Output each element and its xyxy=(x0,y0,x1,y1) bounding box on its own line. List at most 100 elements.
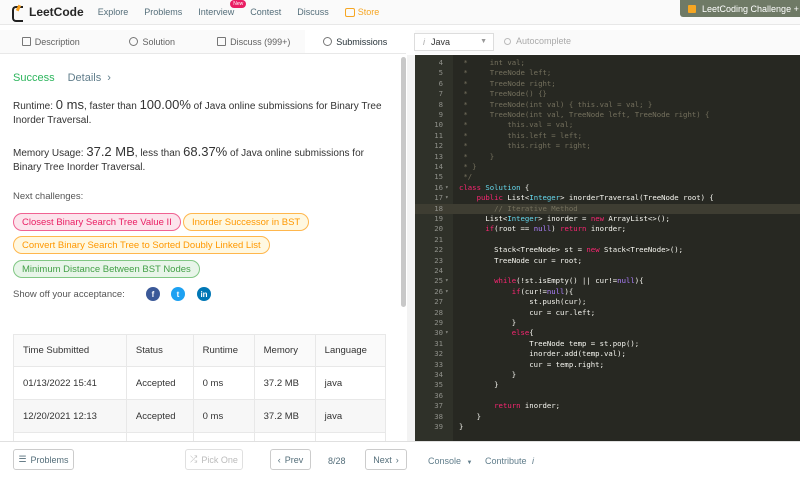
prev-button[interactable]: ‹ Prev xyxy=(270,449,311,470)
pick-one-label: Pick One xyxy=(201,454,238,465)
leetcode-logo[interactable]: LeetCode xyxy=(12,5,84,22)
autocomplete-toggle[interactable]: Autocomplete xyxy=(504,36,571,46)
console-label: Console xyxy=(428,456,462,466)
code-line[interactable]: 30 ▾ else{ xyxy=(415,328,800,338)
nav-contest[interactable]: Contest xyxy=(250,7,281,17)
code-line[interactable]: 5 * TreeNode left; xyxy=(415,68,800,78)
leetcoding-challenge-banner[interactable]: LeetCoding Challenge + G xyxy=(680,0,800,17)
nav-store[interactable]: Store xyxy=(344,7,379,17)
code-line[interactable]: 18 // Iterative Method xyxy=(415,203,800,214)
chevron-right-icon[interactable]: › xyxy=(107,72,111,84)
tab-submissions[interactable]: Submissions xyxy=(304,30,406,53)
code-line[interactable]: 23 TreeNode cur = root; xyxy=(415,256,800,266)
next-button[interactable]: Next › xyxy=(365,449,407,470)
nav-problems[interactable]: Problems xyxy=(144,7,182,17)
fold-arrow-icon[interactable]: ▾ xyxy=(445,328,449,338)
code-line[interactable]: 37 return inorder; xyxy=(415,401,800,411)
share-label: Show off your acceptance: xyxy=(13,289,125,300)
code-line[interactable]: 15 */ xyxy=(415,172,800,182)
fold-arrow-icon[interactable]: ▾ xyxy=(445,183,449,193)
nav-discuss[interactable]: Discuss xyxy=(297,7,329,17)
challenge-chip[interactable]: Convert Binary Search Tree to Sorted Dou… xyxy=(13,236,270,254)
memory-stat: Memory Usage: 37.2 MB, less than 68.37% … xyxy=(13,145,393,175)
challenge-chip[interactable]: Closest Binary Search Tree Value II xyxy=(13,213,181,231)
code-line[interactable]: 34 } xyxy=(415,370,800,380)
fold-arrow-icon[interactable]: ▾ xyxy=(445,276,449,286)
code-line[interactable]: 6 * TreeNode right; xyxy=(415,79,800,89)
line-number: 28 xyxy=(434,307,443,317)
code-line[interactable]: 39} xyxy=(415,422,800,432)
left-panel-scrollbar[interactable] xyxy=(401,57,406,307)
tab-discuss[interactable]: Discuss (999+) xyxy=(203,30,305,53)
cell-status-link[interactable]: Accepted xyxy=(125,399,194,433)
code-line[interactable]: 25 ▾ while(!st.isEmpty() || cur!=null){ xyxy=(415,276,800,286)
code-line[interactable]: 29 } xyxy=(415,318,800,328)
code-line[interactable]: 24 xyxy=(415,266,800,276)
code-text: * this.right = right; xyxy=(459,141,591,151)
code-line[interactable]: 31 TreeNode temp = st.pop(); xyxy=(415,339,800,349)
nav-explore[interactable]: Explore xyxy=(98,7,129,17)
contribute-link[interactable]: Contribute i xyxy=(485,456,534,466)
line-number: 32 xyxy=(434,349,443,359)
code-line[interactable]: 11 * this.left = left; xyxy=(415,131,800,141)
code-line[interactable]: 36 xyxy=(415,391,800,401)
panel-splitter[interactable] xyxy=(407,55,415,441)
console-toggle[interactable]: Console ▼ xyxy=(428,456,473,466)
code-editor[interactable]: 4 * int val; 5 * TreeNode left; 6 * TreeNo… xyxy=(415,55,800,441)
tab-description[interactable]: Description xyxy=(0,30,102,53)
brand-name: LeetCode xyxy=(29,5,84,19)
code-line[interactable]: 12 * this.right = right; xyxy=(415,141,800,151)
flask-icon xyxy=(129,37,139,46)
linkedin-icon[interactable]: in xyxy=(197,287,211,301)
challenge-chip[interactable]: Inorder Successor in BST xyxy=(183,213,310,231)
code-text: TreeNode temp = st.pop(); xyxy=(459,338,640,348)
info-icon: i xyxy=(423,37,425,47)
code-text: inorder.add(temp.val); xyxy=(459,349,626,359)
line-number: 34 xyxy=(434,370,443,379)
code-line[interactable]: 9 * TreeNode(int val, TreeNode left, Tre… xyxy=(415,110,800,120)
code-line[interactable]: 32 inorder.add(temp.val); xyxy=(415,349,800,359)
pick-one-button[interactable]: ⤮ Pick One xyxy=(185,449,243,470)
code-line[interactable]: 10 * this.val = val; xyxy=(415,120,800,130)
code-line[interactable]: 19 List<Integer> inorder = new ArrayList… xyxy=(415,214,800,224)
code-line[interactable]: 27 st.push(cur); xyxy=(415,297,800,307)
code-text: } xyxy=(459,411,481,421)
language-select[interactable]: i Java ▼ xyxy=(414,33,494,51)
code-text: if(cur!=null){ xyxy=(511,286,574,296)
code-line[interactable]: 35 } xyxy=(415,380,800,390)
challenge-chip[interactable]: Minimum Distance Between BST Nodes xyxy=(13,260,200,278)
table-row: 01/13/2022 15:41 Accepted 0 ms 37.2 MB j… xyxy=(13,366,387,400)
code-line[interactable]: 17 ▾ public List<Integer> inorderTraversa… xyxy=(415,193,800,203)
nav-interview-label: Interview xyxy=(198,7,235,17)
discuss-icon xyxy=(217,37,227,46)
code-line[interactable]: 26 ▾ if(cur!=null){ xyxy=(415,287,800,297)
code-line[interactable]: 16 ▾ class Solution { xyxy=(415,183,800,193)
cell-status-link[interactable]: Accepted xyxy=(125,366,194,400)
col-memory: Memory xyxy=(253,334,316,367)
fold-arrow-icon[interactable]: ▾ xyxy=(445,193,449,203)
code-text: * TreeNode() {} xyxy=(459,89,547,99)
code-line[interactable]: 38 } xyxy=(415,412,800,422)
line-number: 27 xyxy=(434,297,443,307)
cell-language: java xyxy=(314,399,387,433)
fold-arrow-icon[interactable]: ▾ xyxy=(445,287,449,297)
details-link[interactable]: Details xyxy=(68,72,102,84)
submissions-table: Time Submitted Status Runtime Memory Lan… xyxy=(13,334,387,441)
problems-button[interactable]: ☰ Problems xyxy=(13,449,74,470)
facebook-icon[interactable]: f xyxy=(146,287,160,301)
twitter-icon[interactable]: t xyxy=(171,287,185,301)
code-line[interactable]: 7 * TreeNode() {} xyxy=(415,89,800,99)
cell-time: 01/13/2022 15:41 xyxy=(13,366,127,400)
code-line[interactable]: 28 cur = cur.left; xyxy=(415,308,800,318)
code-line[interactable]: 22 Stack<TreeNode> st = new Stack<TreeNo… xyxy=(415,245,800,255)
code-line[interactable]: 8 * TreeNode(int val) { this.val = val; … xyxy=(415,100,800,110)
code-line[interactable]: 14 * } xyxy=(415,162,800,172)
code-line[interactable]: 4 * int val; xyxy=(415,58,800,68)
code-line[interactable]: 33 cur = temp.right; xyxy=(415,360,800,370)
code-line[interactable]: 21 xyxy=(415,235,800,245)
tab-solution[interactable]: Solution xyxy=(102,30,204,53)
code-text: } xyxy=(459,370,517,379)
code-line[interactable]: 20 if(root == null) return inorder; xyxy=(415,224,800,234)
nav-interview[interactable]: Interview New xyxy=(198,0,247,17)
code-line[interactable]: 13 * } xyxy=(415,152,800,162)
